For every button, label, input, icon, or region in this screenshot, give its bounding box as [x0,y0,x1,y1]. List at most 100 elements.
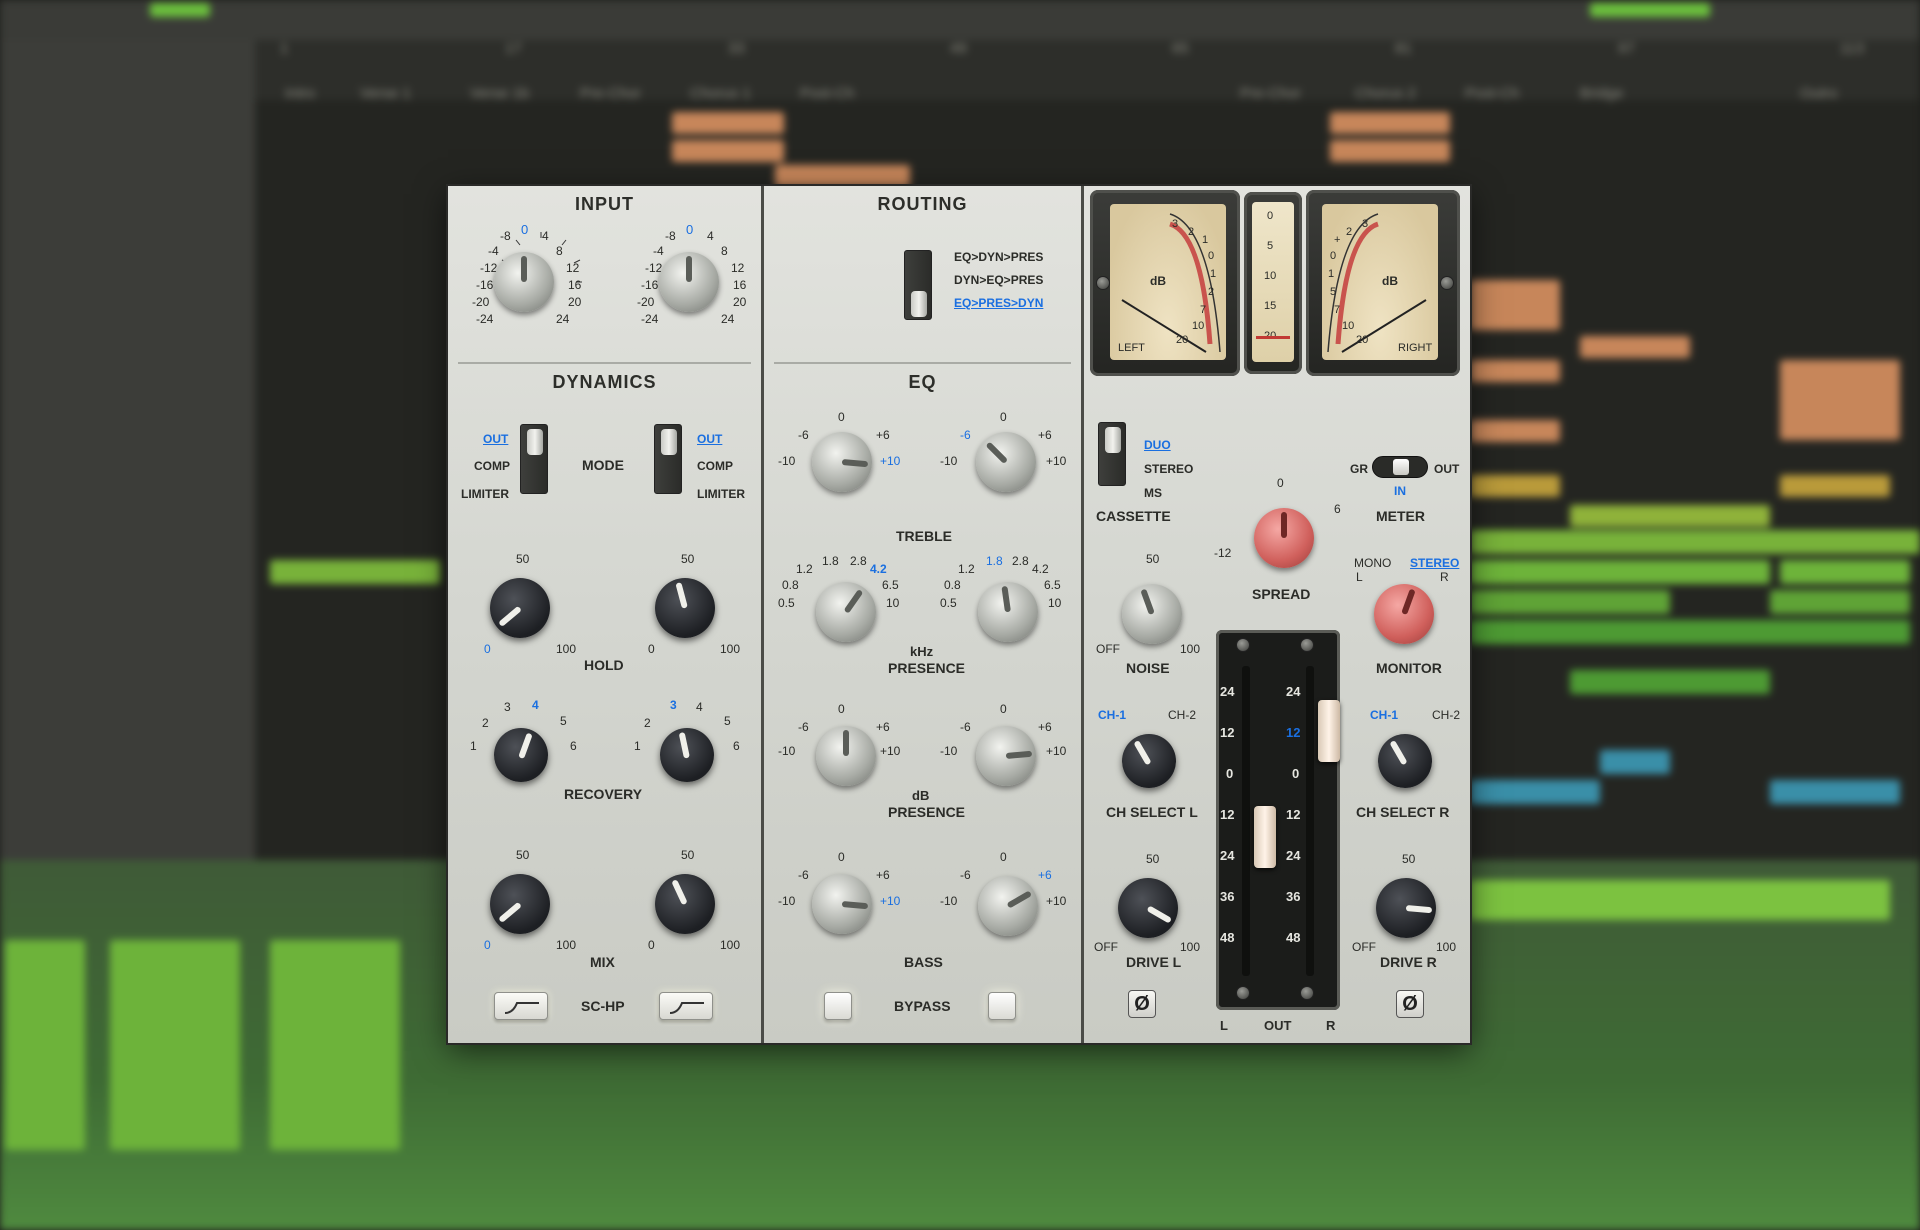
input-right-knob[interactable] [659,252,719,312]
input-left-knob[interactable] [494,252,554,312]
drive-r-knob[interactable] [1376,878,1436,938]
drive-scale-50: 50 [1146,852,1160,866]
gain-scale: -10 [940,744,958,758]
noise-knob[interactable] [1122,584,1182,644]
ch-select-r-ch1[interactable]: CH-1 [1370,708,1398,722]
screw [1236,638,1250,652]
fader-left-cap[interactable] [1254,806,1276,868]
fader-right-scale: 24 [1286,684,1301,699]
hold-right-knob[interactable] [655,578,715,638]
drive-l-knob[interactable] [1118,878,1178,938]
mode-left-limiter[interactable]: LIMITER [461,487,509,501]
presence-gain-left-knob[interactable] [816,726,876,786]
recovery-left-knob[interactable] [494,728,548,782]
schp-right-button[interactable] [659,992,713,1020]
cassette-ms[interactable]: MS [1144,486,1162,500]
freq-scale: 2.8 [850,554,867,568]
schp-left-button[interactable] [494,992,548,1020]
bass-left-knob[interactable] [812,874,872,934]
input-scale-label: -20 [472,295,490,309]
monitor-stereo[interactable]: STEREO [1410,556,1459,570]
fader-right-cap[interactable] [1318,700,1340,762]
gain-scale: -10 [778,454,796,468]
gain-scale: -10 [778,894,796,908]
vu-scale: 20 [1356,334,1369,346]
phase-l-button[interactable]: Ø [1128,990,1156,1018]
vu-scale: 10 [1192,320,1205,332]
gr-needle [1256,336,1290,339]
vu-scale: 20 [1176,334,1189,346]
hold-scale-100: 100 [556,642,577,656]
mode-left-switch[interactable] [520,424,548,494]
meter-gr[interactable]: GR [1350,462,1368,476]
meter-toggle[interactable] [1372,456,1428,478]
routing-switch[interactable] [904,250,932,320]
highpass-icon [669,1002,704,1014]
vu-scale: 3 [1172,218,1179,230]
gain-scale: +10 [1046,894,1067,908]
left-meter-label: LEFT [1118,342,1145,354]
spread-knob[interactable] [1254,508,1314,568]
gain-scale: +6 [1038,428,1052,442]
routing-option-1[interactable]: EQ>DYN>PRES [954,250,1043,264]
monitor-mono[interactable]: MONO [1354,556,1391,570]
meter-in[interactable]: IN [1394,484,1406,498]
ch-select-r-knob[interactable] [1378,734,1432,788]
ch-select-l-knob[interactable] [1122,734,1176,788]
vu-scale: + [1334,234,1341,246]
dynamics-title: DYNAMICS [552,372,657,392]
ch-select-l-ch1[interactable]: CH-1 [1098,708,1126,722]
bass-label: BASS [904,954,943,970]
mode-right-limiter[interactable]: LIMITER [697,487,745,501]
fader-left-scale: 24 [1220,684,1235,699]
treble-left-value: +10 [880,454,901,468]
routing-option-3[interactable]: EQ>PRES>DYN [954,296,1043,310]
treble-right-knob[interactable] [976,432,1036,492]
output-fader-block: 24 12 0 12 24 36 48 24 12 0 12 24 36 48 [1216,630,1340,1010]
presence-gain-right-knob[interactable] [976,726,1036,786]
mode-right-out[interactable]: OUT [697,432,722,446]
vu-scale: 1 [1210,268,1217,280]
fader-right-scale: 36 [1286,889,1301,904]
treble-left-knob[interactable] [812,432,872,492]
meter-out[interactable]: OUT [1434,462,1459,476]
mix-scale-0: 0 [648,938,655,952]
cassette-duo[interactable]: DUO [1144,438,1171,452]
fader-right-scale: 24 [1286,848,1301,863]
ch-select-r-ch2[interactable]: CH-2 [1432,708,1460,722]
mode-left-comp[interactable]: COMP [474,459,510,473]
fader-left-track [1242,666,1250,976]
presence-freq-right-knob[interactable] [978,582,1038,642]
hold-left-knob[interactable] [490,578,550,638]
gain-scale: -6 [798,720,809,734]
mix-scale-50: 50 [516,848,530,862]
fader-left-scale: 24 [1220,848,1235,863]
bass-right-knob[interactable] [978,876,1038,936]
right-vu-meter: dB RIGHT 3 2 + 0 1 5 7 10 20 [1306,190,1460,376]
mode-right-switch[interactable] [654,424,682,494]
freq-scale: 0.5 [778,596,795,610]
monitor-knob[interactable] [1374,584,1434,644]
input-scale-label: 4 [542,229,549,243]
recovery-right-knob[interactable] [660,728,714,782]
mode-right-comp[interactable]: COMP [697,459,733,473]
mode-left-out[interactable]: OUT [483,432,508,446]
input-scale-label: 20 [733,295,747,309]
gr-scale: 15 [1264,300,1277,312]
ch-select-l-ch2[interactable]: CH-2 [1168,708,1196,722]
phase-r-button[interactable]: Ø [1396,990,1424,1018]
cassette-switch[interactable] [1098,422,1126,486]
bypass-left-button[interactable] [824,992,852,1020]
routing-option-2[interactable]: DYN>EQ>PRES [954,273,1043,287]
input-scale-label: -24 [476,312,494,326]
input-scale-label: -16 [476,278,494,292]
presence-freq-left-knob[interactable] [816,582,876,642]
input-dynamics-panel: INPUT -8 -4 -12 -16 -20 -24 0 4 8 12 16 … [448,186,764,1043]
bypass-right-button[interactable] [988,992,1016,1020]
monitor-r[interactable]: R [1440,570,1449,584]
bypass-label: BYPASS [894,998,951,1014]
mix-right-knob[interactable] [655,874,715,934]
mix-left-knob[interactable] [490,874,550,934]
cassette-stereo[interactable]: STEREO [1144,462,1193,476]
monitor-l[interactable]: L [1356,570,1363,584]
